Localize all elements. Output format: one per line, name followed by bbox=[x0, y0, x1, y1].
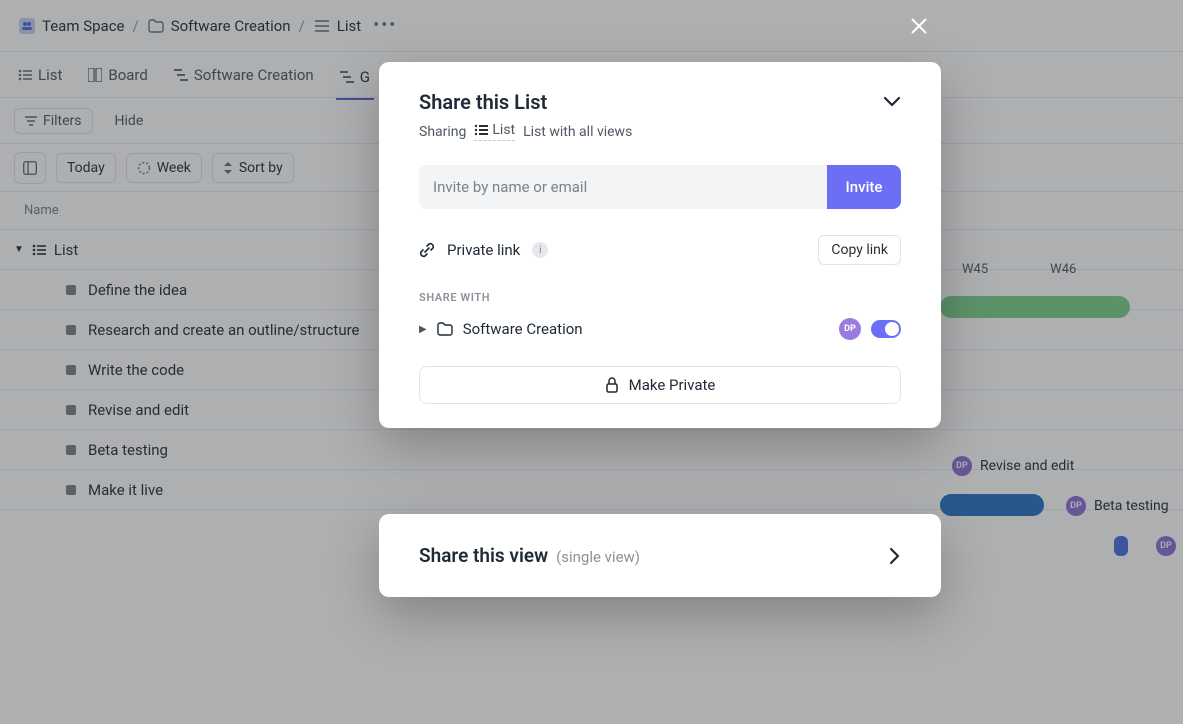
collapse-modal-button[interactable] bbox=[883, 96, 901, 108]
info-icon[interactable]: i bbox=[532, 242, 548, 258]
share-toggle[interactable] bbox=[871, 320, 901, 338]
share-view-subtitle: (single view) bbox=[556, 548, 640, 566]
chevron-right-icon bbox=[889, 547, 901, 565]
scope-selector[interactable]: List bbox=[474, 122, 515, 141]
private-link-label: Private link bbox=[447, 241, 520, 259]
folder-icon bbox=[437, 322, 453, 336]
share-with-header: SHARE WITH bbox=[419, 291, 901, 304]
share-folder-name: Software Creation bbox=[463, 320, 583, 338]
sharing-scope-line: Sharing List List with all views bbox=[419, 122, 901, 141]
invite-button[interactable]: Invite bbox=[827, 165, 901, 209]
scope-list-word: List bbox=[492, 122, 515, 138]
close-icon bbox=[910, 17, 928, 35]
copy-link-button[interactable]: Copy link bbox=[818, 235, 901, 265]
share-view-card[interactable]: Share this view (single view) bbox=[379, 514, 941, 597]
scope-tail: List with all views bbox=[523, 124, 632, 140]
link-icon bbox=[419, 242, 435, 258]
expand-share-row[interactable]: ▶ bbox=[419, 324, 427, 335]
make-private-button[interactable]: Make Private bbox=[419, 366, 901, 404]
modal-title: Share this List bbox=[419, 90, 547, 114]
share-list-modal: Share this List Sharing List List with a… bbox=[379, 62, 941, 428]
share-view-title: Share this view bbox=[419, 544, 548, 567]
chevron-down-icon bbox=[883, 96, 901, 108]
close-button[interactable] bbox=[905, 12, 933, 40]
shared-avatar[interactable]: DP bbox=[839, 318, 861, 340]
list-icon bbox=[474, 124, 488, 136]
invite-input[interactable] bbox=[419, 165, 827, 209]
make-private-label: Make Private bbox=[629, 376, 716, 394]
sharing-label: Sharing bbox=[419, 124, 466, 140]
lock-icon bbox=[605, 377, 619, 393]
